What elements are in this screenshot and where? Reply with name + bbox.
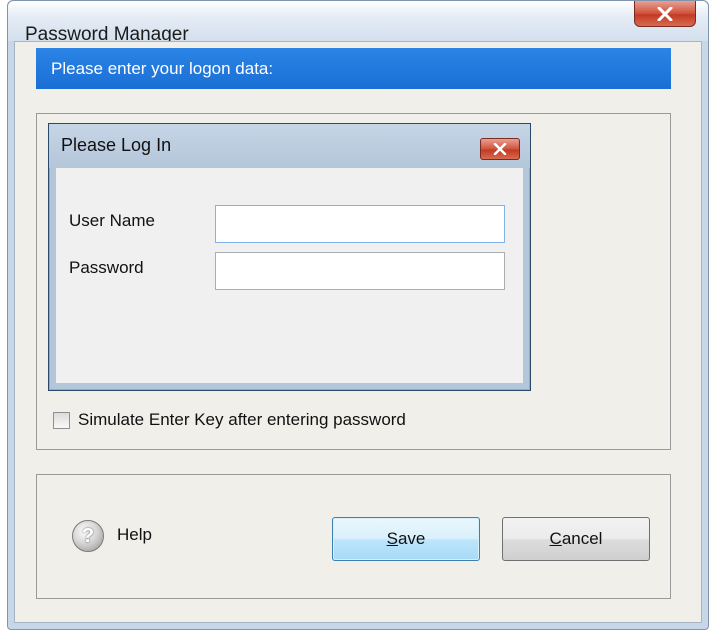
password-label: Password xyxy=(69,258,144,277)
cancel-button[interactable]: Cancel xyxy=(502,517,650,561)
simulate-enter-option[interactable]: Simulate Enter Key after entering passwo… xyxy=(53,410,406,430)
cancel-label-rest: ancel xyxy=(561,529,603,548)
save-mnemonic: S xyxy=(386,529,398,548)
help-label[interactable]: Help xyxy=(117,525,152,545)
close-x-icon xyxy=(493,143,507,155)
preview-titlebar: Please Log In xyxy=(49,124,530,168)
save-button[interactable]: Save xyxy=(332,517,480,561)
simulate-enter-label[interactable]: Simulate Enter Key after entering passwo… xyxy=(78,410,406,430)
user-name-field[interactable] xyxy=(215,205,505,243)
window-titlebar[interactable]: Password Manager xyxy=(8,1,708,45)
preview-body: User Name Password xyxy=(56,168,523,383)
preview-close-button xyxy=(480,138,520,160)
close-x-icon xyxy=(657,6,673,21)
simulate-enter-checkbox[interactable] xyxy=(53,411,70,429)
login-dialog-preview: Please Log In User Name Password xyxy=(48,123,531,391)
instruction-text: Please enter your logon data: xyxy=(51,58,274,78)
cancel-mnemonic: C xyxy=(549,529,562,548)
user-name-label: User Name xyxy=(69,211,155,230)
question-mark-icon[interactable]: ? xyxy=(72,520,104,552)
button-group: ? Help Save Cancel xyxy=(36,474,671,599)
save-label-rest: ave xyxy=(397,529,426,548)
preview-title: Please Log In xyxy=(61,135,172,155)
window-close-button[interactable] xyxy=(634,1,696,27)
instruction-banner: Please enter your logon data: xyxy=(36,48,671,89)
password-field[interactable] xyxy=(215,252,505,290)
login-preview-group: Please Log In User Name Password Simulat… xyxy=(36,113,671,450)
